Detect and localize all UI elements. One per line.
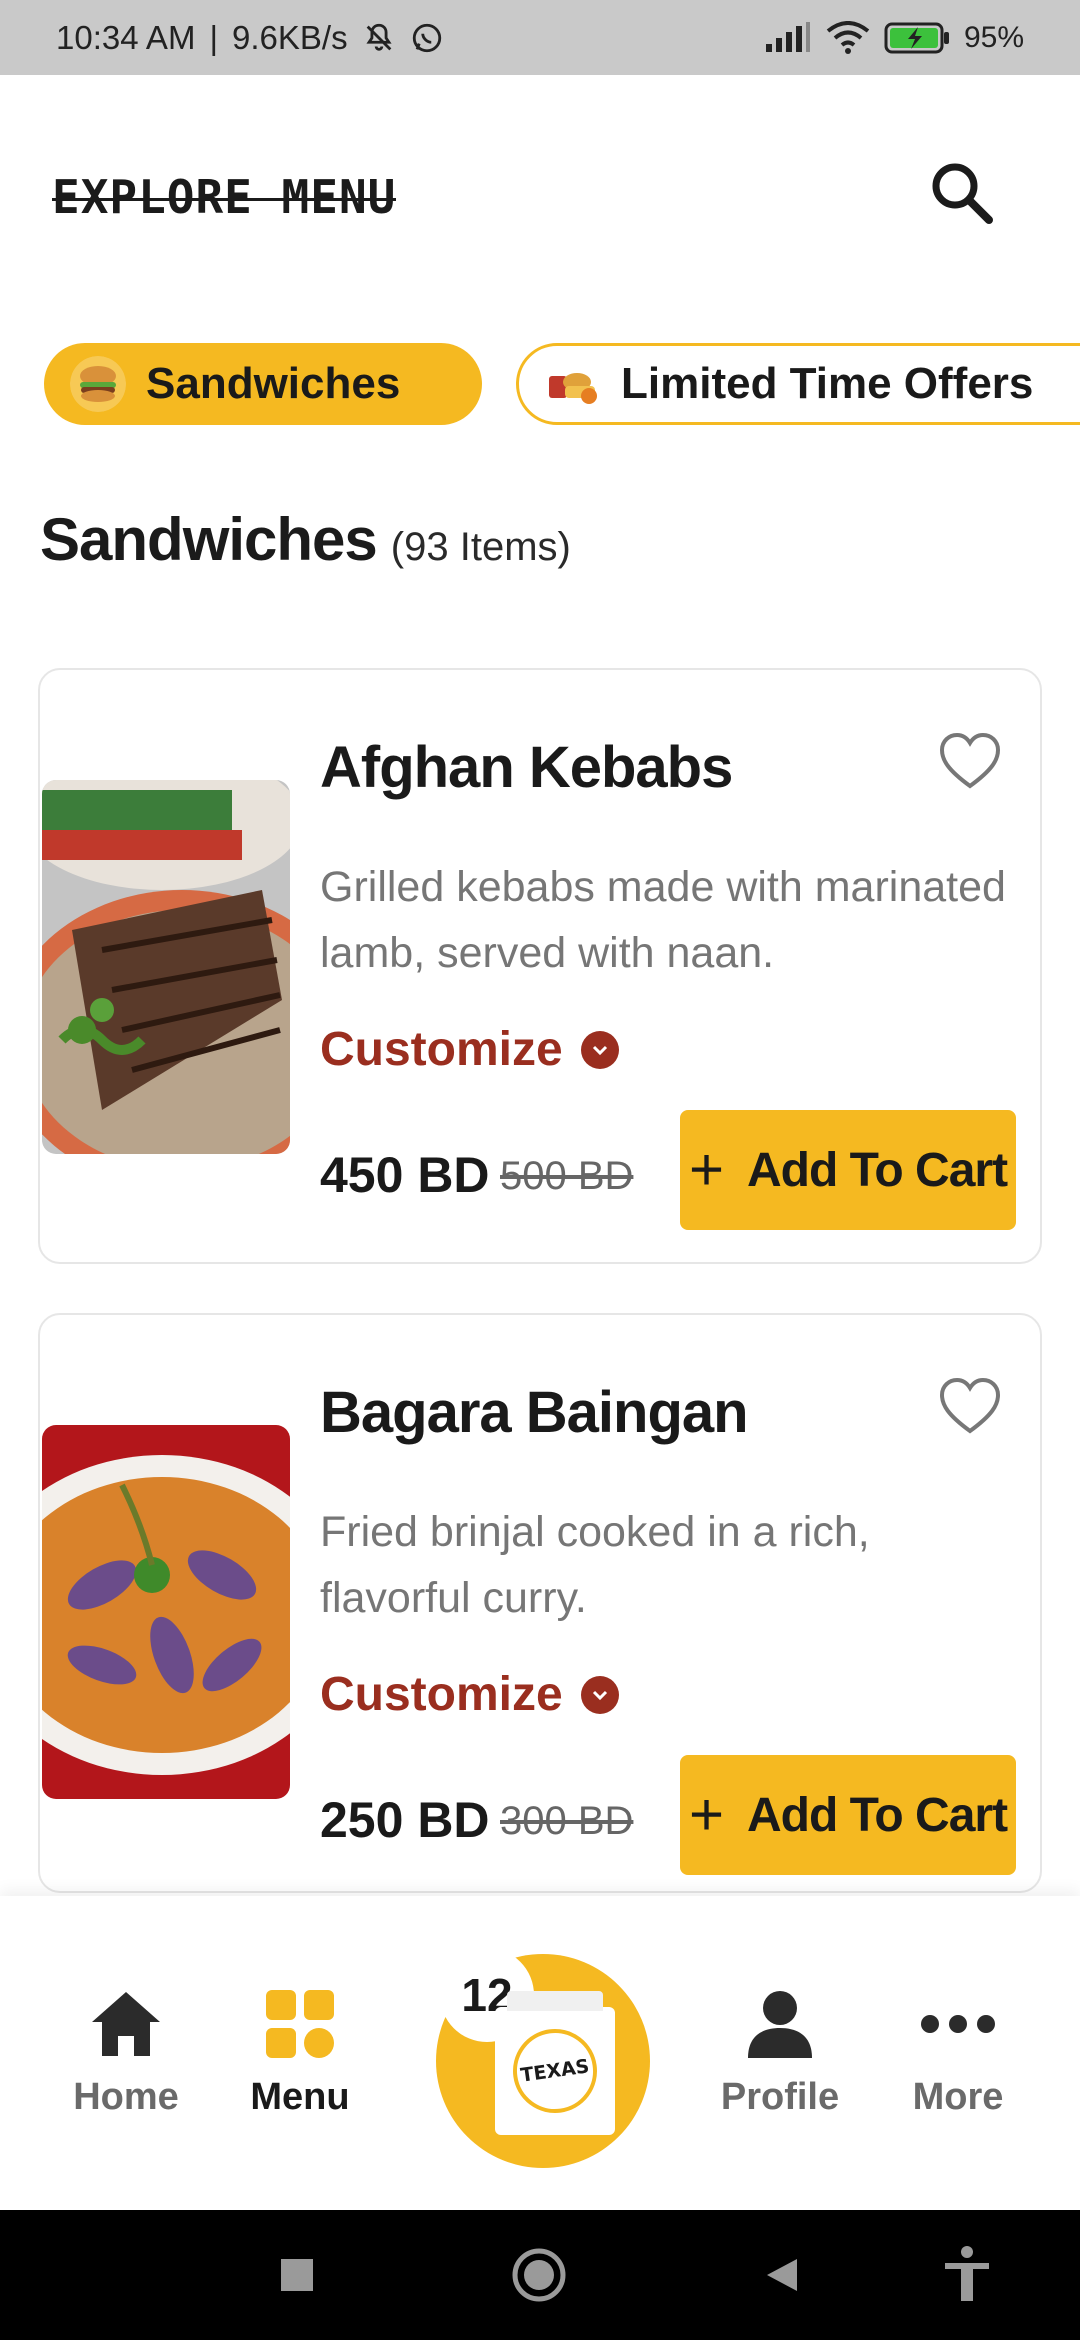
- status-left: 10:34 AM | 9.6KB/s: [56, 19, 444, 57]
- app-header: EXPLORE MENU: [0, 75, 1080, 315]
- add-to-cart-button[interactable]: + Add To Cart: [680, 1755, 1016, 1875]
- system-navigation-bar: [0, 2210, 1080, 2340]
- chevron-down-icon: [580, 1675, 619, 1714]
- wifi-icon: [826, 20, 870, 55]
- status-speed: 9.6KB/s: [232, 18, 348, 56]
- cart-button[interactable]: 12 TEXAS: [436, 1948, 650, 2168]
- product-image-baingan: [42, 1425, 290, 1799]
- back-triangle-icon: [767, 2259, 797, 2291]
- nav-profile[interactable]: Profile: [700, 1984, 860, 2119]
- battery-percent: 95%: [963, 20, 1024, 54]
- back-button[interactable]: [748, 2242, 814, 2308]
- nav-profile-label: Profile: [720, 2076, 840, 2118]
- texas-chicken-logo: TEXAS: [507, 2023, 603, 2119]
- plus-icon: +: [688, 1136, 724, 1203]
- add-to-cart-label: Add To Cart: [746, 1143, 1008, 1197]
- heart-icon: [939, 1377, 1001, 1434]
- square-icon: [281, 2259, 313, 2291]
- customize-button[interactable]: Customize: [320, 1022, 619, 1077]
- chevron-down-icon: [580, 1030, 619, 1069]
- battery-charging-icon: [884, 21, 950, 55]
- sandwich-thumbnail: [70, 356, 126, 412]
- product-image-kebabs: [42, 780, 290, 1154]
- product-price: 250 BD: [320, 1792, 490, 1848]
- add-to-cart-label: Add To Cart: [746, 1788, 1008, 1842]
- circle-icon: [512, 2248, 566, 2302]
- accessibility-icon: [945, 2246, 989, 2301]
- product-old-price: 300 BD: [500, 1799, 634, 1843]
- category-chip-label: Sandwiches: [146, 359, 401, 408]
- heart-icon: [939, 732, 1001, 789]
- plus-icon: +: [688, 1781, 724, 1848]
- cart-bag-icon: TEXAS: [495, 1991, 615, 2135]
- bell-muted-icon: [362, 21, 396, 55]
- status-separator: |: [209, 18, 219, 56]
- customize-label: Customize: [320, 1023, 563, 1076]
- search-icon: [932, 163, 993, 224]
- nav-more-label: More: [912, 2076, 1004, 2118]
- home-icon: [86, 1984, 166, 2064]
- more-dots-icon: [918, 1984, 998, 2064]
- category-chip-limited-time-offers[interactable]: Limited Time Offers: [516, 343, 1080, 425]
- category-chip-sandwiches[interactable]: Sandwiches: [44, 343, 482, 425]
- status-time: 10:34 AM: [56, 18, 196, 56]
- bottom-navigation: Home Menu 12 TEXAS Profile More: [0, 1896, 1080, 2210]
- category-chip-label: Limited Time Offers: [621, 359, 1034, 408]
- customize-label: Customize: [320, 1668, 563, 1721]
- add-to-cart-button[interactable]: + Add To Cart: [680, 1110, 1016, 1230]
- product-description: Fried brinjal cooked in a rich, flavorfu…: [320, 1508, 870, 1622]
- favorite-button[interactable]: [938, 732, 1002, 792]
- product-price: 450 BD: [320, 1147, 490, 1203]
- section-heading: Sandwiches (93 Items): [40, 505, 571, 574]
- recent-apps-button[interactable]: [264, 2242, 330, 2308]
- menu-grid-icon: [260, 1984, 340, 2064]
- section-item-count: (93 Items): [390, 525, 571, 569]
- profile-icon: [740, 1984, 820, 2064]
- status-right: 95%: [764, 21, 1024, 55]
- search-button[interactable]: [922, 153, 1002, 233]
- home-system-button[interactable]: [506, 2242, 572, 2308]
- signal-icon: [764, 21, 812, 54]
- nav-menu-label: Menu: [250, 2076, 350, 2118]
- product-name: Bagara Baingan: [320, 1380, 749, 1445]
- favorite-button[interactable]: [938, 1377, 1002, 1437]
- status-bar: 10:34 AM | 9.6KB/s 95%: [0, 0, 1080, 75]
- whatsapp-icon: [410, 21, 444, 55]
- nav-home-label: Home: [73, 2076, 179, 2118]
- customize-button[interactable]: Customize: [320, 1667, 619, 1722]
- accessibility-button[interactable]: [934, 2242, 1000, 2308]
- product-description: Grilled kebabs made with marinated lamb,…: [320, 863, 1006, 977]
- nav-menu[interactable]: Menu: [220, 1984, 380, 2119]
- page-title: EXPLORE MENU: [52, 170, 397, 224]
- nav-home[interactable]: Home: [46, 1984, 206, 2119]
- offers-thumbnail: [545, 356, 601, 412]
- product-old-price: 500 BD: [500, 1154, 634, 1198]
- product-card[interactable]: Bagara Baingan Fried brinjal cooked in a…: [38, 1313, 1042, 1893]
- product-name: Afghan Kebabs: [320, 735, 733, 800]
- nav-more[interactable]: More: [878, 1984, 1038, 2119]
- section-title: Sandwiches: [40, 506, 378, 573]
- category-chips: Sandwiches Limited Time Offers: [0, 340, 1080, 430]
- product-card[interactable]: Afghan Kebabs Grilled kebabs made with m…: [38, 668, 1042, 1264]
